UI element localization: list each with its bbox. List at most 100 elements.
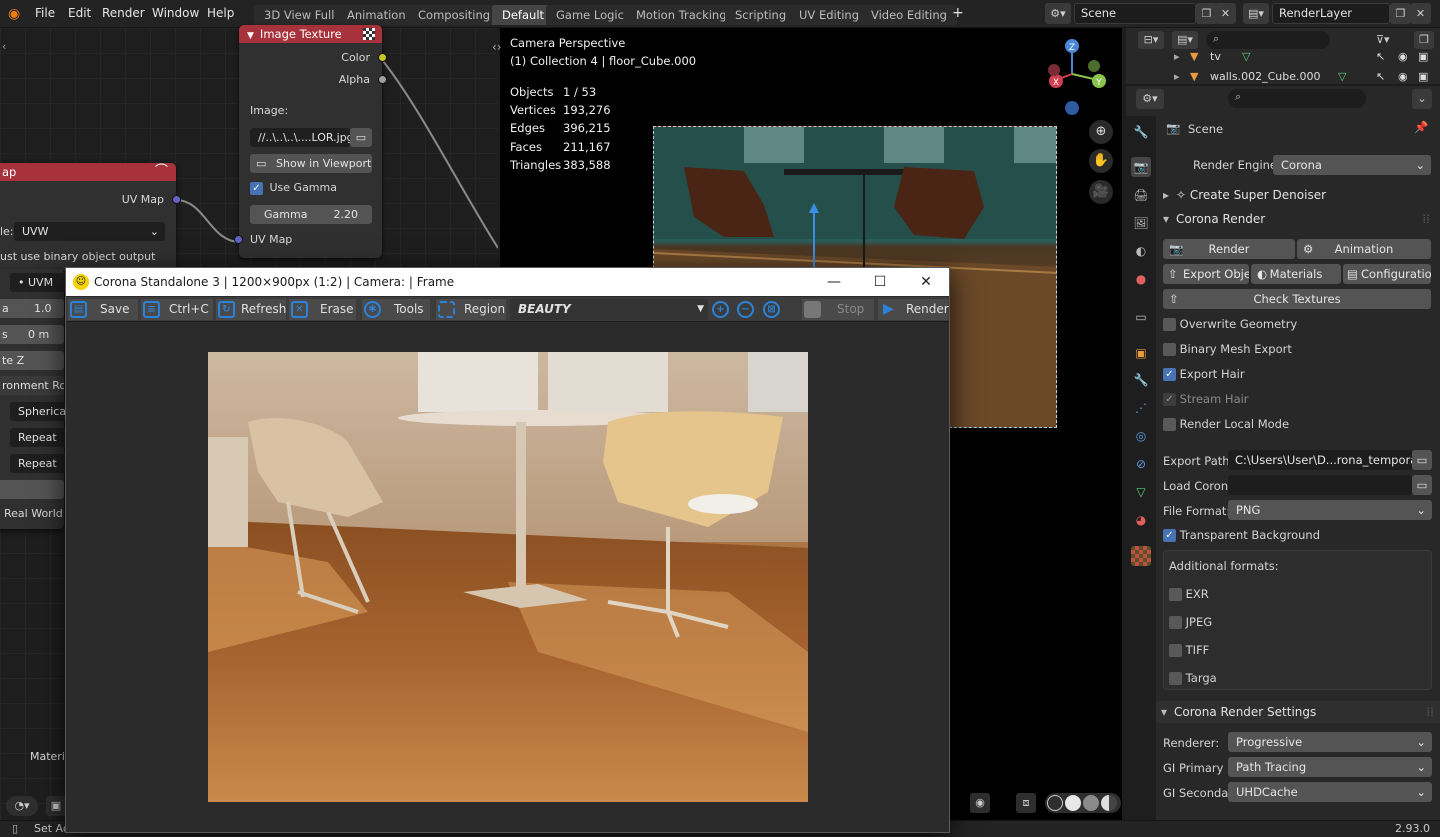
use-gamma-checkbox[interactable]: ✓: [250, 181, 263, 195]
menu-file[interactable]: File: [35, 6, 55, 20]
tab-animation[interactable]: Animation: [337, 5, 416, 25]
format-jpeg-checkbox[interactable]: [1169, 616, 1182, 629]
select-box-icon[interactable]: ▣: [46, 796, 66, 816]
tool-tab-icon[interactable]: 🔧: [1131, 122, 1151, 142]
pan-hand-icon[interactable]: ✋: [1089, 149, 1113, 173]
file-format-dropdown[interactable]: PNG ⌄: [1228, 500, 1432, 520]
transparent-bg-checkbox[interactable]: ✓: [1163, 529, 1176, 542]
materials-button[interactable]: ◐ Materials: [1251, 264, 1341, 284]
select-cursor-icon[interactable]: ↖: [1376, 50, 1385, 63]
axis-gizmo[interactable]: Z X Y: [1038, 36, 1110, 118]
outliner-row[interactable]: ▸ ▼ walls.002_Cube.000 ▽ ↖ ◉ ▣: [1126, 70, 1440, 84]
stream-hair-checkbox[interactable]: ✓: [1163, 393, 1176, 406]
menu-help[interactable]: Help: [207, 6, 234, 20]
menu-render[interactable]: Render: [102, 6, 145, 20]
rendered-shading-icon[interactable]: [1101, 795, 1117, 811]
tab-game-logic[interactable]: Game Logic: [546, 5, 634, 25]
drag-handle-icon[interactable]: ⁞⁞: [1422, 208, 1430, 230]
folder-icon[interactable]: ▭: [1412, 450, 1432, 470]
collapse-arrow-icon[interactable]: ‹: [2, 40, 6, 53]
color-output-socket[interactable]: [378, 53, 387, 62]
repeat-dropdown-2[interactable]: Repeat: [10, 454, 70, 473]
tools-button[interactable]: ✱ Tools: [362, 299, 430, 320]
gi-secondary-dropdown[interactable]: UHDCache ⌄: [1228, 782, 1432, 802]
collapse-node-icon[interactable]: ▼: [247, 31, 254, 41]
expand-arrows-icon[interactable]: ‹›: [492, 40, 502, 54]
outliner-display-icon[interactable]: ⊟▾: [1138, 31, 1164, 49]
expand-arrow-icon[interactable]: ▸: [1174, 70, 1180, 83]
format-jpeg-row[interactable]: JPEG: [1169, 615, 1212, 629]
scene-name-field[interactable]: Scene: [1074, 3, 1196, 24]
uvmap-output-socket[interactable]: [172, 195, 181, 204]
show-in-viewport-button[interactable]: ▭ Show in Viewport: [250, 154, 372, 173]
corona-title-bar[interactable]: ☺ Corona Standalone 3 | 1200×900px (1:2)…: [66, 268, 949, 296]
corona-standalone-window[interactable]: ☺ Corona Standalone 3 | 1200×900px (1:2)…: [65, 267, 950, 833]
zoom-icon[interactable]: ⊕: [1089, 120, 1113, 144]
chevron-down-icon[interactable]: ⌄: [1412, 89, 1432, 109]
world-tab-icon[interactable]: ●: [1131, 269, 1151, 289]
texture-tab-icon[interactable]: [1131, 546, 1151, 566]
eye-icon[interactable]: ◉: [1398, 70, 1408, 83]
environment-rotation-field[interactable]: ronment Rota: [0, 376, 64, 395]
animation-button[interactable]: ⚙ Animation: [1297, 239, 1431, 259]
menu-edit[interactable]: Edit: [68, 6, 91, 20]
overwrite-geometry-row[interactable]: Overwrite Geometry: [1163, 317, 1297, 331]
uvmap-node[interactable]: ap ⌒ UV Map le: UVW ⌄ ust use binary obj…: [0, 163, 181, 271]
image-file-field[interactable]: //..\..\..\....LOR.jpg: [250, 128, 350, 147]
tab-video-editing[interactable]: Video Editing: [861, 5, 957, 25]
tab-motion-tracking[interactable]: Motion Tracking: [626, 5, 737, 25]
minimize-icon[interactable]: —: [811, 268, 857, 296]
empty-button[interactable]: [0, 480, 64, 499]
rotate-z-button[interactable]: te Z: [0, 351, 64, 370]
view-layer-field[interactable]: RenderLayer: [1272, 3, 1390, 24]
render-start-button[interactable]: ▶ Render: [878, 299, 949, 320]
render-local-mode-row[interactable]: Render Local Mode: [1163, 417, 1289, 431]
view-layer-tab-icon[interactable]: 🖼: [1131, 213, 1151, 233]
binary-mesh-row[interactable]: Binary Mesh Export: [1163, 342, 1292, 356]
use-gamma-row[interactable]: ✓ Use Gamma: [250, 181, 337, 195]
output-tab-icon[interactable]: 🖨: [1131, 185, 1151, 205]
transparent-bg-row[interactable]: ✓ Transparent Background: [1163, 528, 1320, 542]
create-denoiser-panel-header[interactable]: ✧ Create Super Denoiser: [1158, 184, 1436, 206]
drag-handle-icon[interactable]: ⁞⁞: [1426, 701, 1434, 723]
refresh-button[interactable]: ↻ Refresh: [216, 299, 286, 320]
properties-editor[interactable]: ⚙▾ ⌕ ⌄ 🔧 📷 🖨 🖼 ◐ ● ▭ ▣ 🔧 ⋰ ◎ ⊘ ▽ ◕ 📷 Sce…: [1126, 86, 1440, 820]
new-view-layer-icon[interactable]: ❐: [1390, 3, 1411, 24]
tab-compositing[interactable]: Compositing: [408, 5, 501, 25]
spherical-dropdown[interactable]: Spherical: [10, 402, 70, 421]
camera-icon[interactable]: ▣: [1418, 50, 1428, 63]
region-button[interactable]: Region: [436, 299, 506, 320]
export-objects-button[interactable]: ⇧ Export Obje...: [1163, 264, 1249, 284]
collection-tab-icon[interactable]: ▭: [1131, 307, 1151, 327]
outliner[interactable]: ⊟▾ ▤▾ ⌕ ⊽▾ ❐ ▸ ▼ tv ▽ ↖ ◉ ▣ ▸ ▼ walls.00…: [1126, 28, 1440, 84]
configuration-button[interactable]: ▤Configuration: [1343, 264, 1431, 284]
select-cursor-icon[interactable]: ↖: [1376, 70, 1385, 83]
corona-render-panel-header[interactable]: Corona Render ⁞⁞: [1158, 208, 1436, 230]
stream-hair-row[interactable]: ✓ Stream Hair: [1163, 392, 1249, 406]
new-collection-icon[interactable]: ❐: [1414, 31, 1434, 49]
zoom-in-icon[interactable]: +: [712, 299, 732, 320]
zoom-fit-icon[interactable]: ⊠: [763, 299, 783, 320]
editor-type-icon[interactable]: ◔▾: [6, 796, 38, 816]
render-local-mode-checkbox[interactable]: [1163, 418, 1176, 431]
new-scene-icon[interactable]: ❐: [1196, 3, 1217, 24]
binary-mesh-checkbox[interactable]: [1163, 343, 1176, 356]
constraints-tab-icon[interactable]: ⊘: [1131, 454, 1151, 474]
viewport-options-icon[interactable]: ◉: [970, 793, 990, 813]
mode-dropdown[interactable]: UVW ⌄: [14, 222, 165, 241]
uvmap-input-socket[interactable]: [234, 235, 243, 244]
gi-primary-dropdown[interactable]: Path Tracing ⌄: [1228, 757, 1432, 777]
format-tiff-row[interactable]: TIFF: [1169, 643, 1209, 657]
uvmap-selector-field[interactable]: • UVM: [10, 273, 70, 292]
particles-tab-icon[interactable]: ⋰: [1131, 398, 1151, 418]
image-texture-header[interactable]: ▼ Image Texture: [239, 25, 382, 43]
menu-window[interactable]: Window: [152, 6, 199, 20]
format-exr-row[interactable]: EXR: [1169, 587, 1209, 601]
pin-icon[interactable]: 📌: [1414, 120, 1428, 134]
stop-button[interactable]: Stop: [802, 299, 874, 320]
outliner-row[interactable]: ▸ ▼ tv ▽ ↖ ◉ ▣: [1126, 50, 1440, 68]
zoom-out-icon[interactable]: −: [737, 299, 757, 320]
renderer-dropdown[interactable]: Progressive ⌄: [1228, 732, 1432, 752]
corona-render-settings-header[interactable]: Corona Render Settings ⁞⁞: [1156, 701, 1440, 723]
copy-button[interactable]: ≡ Ctrl+C: [141, 299, 213, 320]
